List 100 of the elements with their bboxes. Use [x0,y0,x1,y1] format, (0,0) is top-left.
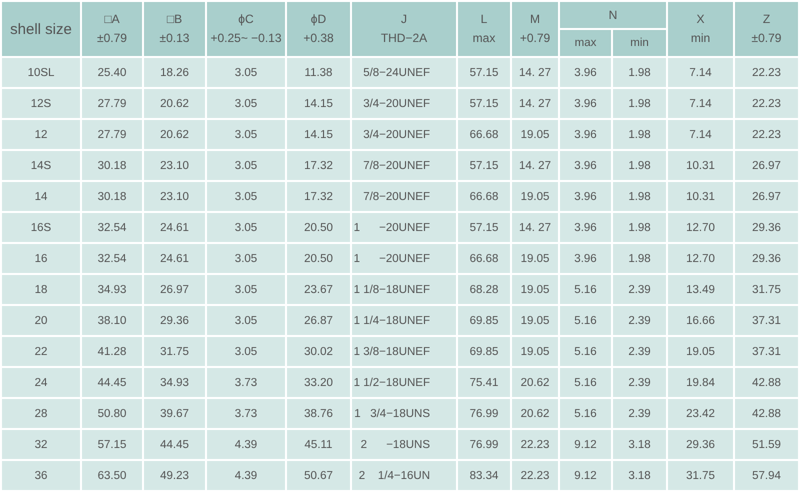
table-cell: 14.15 [286,119,351,150]
table-cell: 31.75 [667,460,734,491]
table-cell: 20.50 [286,212,351,243]
table-cell: 1.98 [612,243,668,274]
table-cell: 41.28 [81,336,143,367]
table-cell: 32.54 [81,212,143,243]
table-cell: 66.68 [457,119,511,150]
table-cell: 20.50 [286,243,351,274]
table-cell: 30.18 [81,181,143,212]
table-cell: 3.05 [206,181,286,212]
table-cell: 24 [1,367,81,398]
table-cell: 12S [1,88,81,119]
table-cell: 3.05 [206,57,286,88]
column-header: Z ±0.79 [734,1,800,57]
table-cell: 5.16 [559,336,612,367]
table-cell: 20 [1,305,81,336]
table-cell: 37.31 [734,305,800,336]
table-cell: 1.98 [612,57,668,88]
table-cell: 3.05 [206,274,286,305]
table-cell: 1.98 [612,181,668,212]
table-cell: 3.96 [559,150,612,181]
table-cell: 23.67 [286,274,351,305]
table-cell: 3.05 [206,119,286,150]
table-cell: 69.85 [457,305,511,336]
table-cell: 75.41 [457,367,511,398]
table-cell: 83.34 [457,460,511,491]
table-cell: 5.16 [559,274,612,305]
table-cell: 3.73 [206,398,286,429]
table-cell: 3.05 [206,150,286,181]
table-cell: 1 1/8−18UNEF [351,274,457,305]
column-header: J THD−2A [351,1,457,57]
table-cell: 19.05 [511,305,559,336]
table-cell: 45.11 [286,429,351,460]
column-header: N [559,1,668,29]
column-header: X min [667,1,734,57]
table-cell: 29.36 [734,243,800,274]
table-cell: 57.15 [457,57,511,88]
table-cell: 57.15 [457,88,511,119]
table-cell: 57.15 [81,429,143,460]
table-cell: 23.42 [667,398,734,429]
table-cell: 14. 27 [511,150,559,181]
table-cell: 19.05 [667,336,734,367]
table-cell: 1 −20UNEF [351,212,457,243]
table-cell: 3.96 [559,181,612,212]
table-cell: 1.98 [612,119,668,150]
table-cell: 2 1/4−16UN [351,460,457,491]
table-cell: 22.23 [511,429,559,460]
table-cell: 17.32 [286,181,351,212]
table-cell: 5.16 [559,305,612,336]
table-cell: 1 −20UNEF [351,243,457,274]
table-cell: 11.38 [286,57,351,88]
table-cell: 26.87 [286,305,351,336]
table-cell: 29.36 [667,429,734,460]
table-cell: 33.20 [286,367,351,398]
table-cell: 9.12 [559,460,612,491]
table-cell: 31.75 [143,336,206,367]
table-cell: 2.39 [612,367,668,398]
table-cell: 10SL [1,57,81,88]
table-cell: 16.66 [667,305,734,336]
table-cell: 49.23 [143,460,206,491]
table-cell: 20.62 [511,367,559,398]
table-cell: 27.79 [81,88,143,119]
table-cell: 1 3/8−18UNEF [351,336,457,367]
table-cell: 10.31 [667,181,734,212]
table-cell: 3.96 [559,57,612,88]
table-cell: 42.88 [734,398,800,429]
table-cell: 2 −18UNS [351,429,457,460]
table-cell: 32.54 [81,243,143,274]
table-cell: 19.05 [511,274,559,305]
table-cell: 22 [1,336,81,367]
table-cell: 3.18 [612,460,668,491]
table-cell: 44.45 [81,367,143,398]
table-cell: 3.05 [206,336,286,367]
table-cell: 18.26 [143,57,206,88]
table-cell: 24.61 [143,212,206,243]
table-cell: 5/8−24UNEF [351,57,457,88]
table-cell: 16S [1,212,81,243]
table-cell: 14 [1,181,81,212]
table-cell: 1 1/2−18UNEF [351,367,457,398]
table-cell: 25.40 [81,57,143,88]
table-cell: 14.15 [286,88,351,119]
table-cell: 3.96 [559,212,612,243]
table-cell: 69.85 [457,336,511,367]
table-cell: 63.50 [81,460,143,491]
table-cell: 34.93 [81,274,143,305]
table-cell: 19.05 [511,243,559,274]
table-cell: 37.31 [734,336,800,367]
table-cell: 4.39 [206,429,286,460]
table-cell: 17.32 [286,150,351,181]
table-cell: 7.14 [667,119,734,150]
table-cell: 2.39 [612,398,668,429]
table-cell: 50.80 [81,398,143,429]
table-cell: 7.14 [667,57,734,88]
table-cell: 57.94 [734,460,800,491]
table-cell: 7.14 [667,88,734,119]
table-cell: 19.84 [667,367,734,398]
table-cell: 12 [1,119,81,150]
table-cell: 4.39 [206,460,286,491]
table-cell: 51.59 [734,429,800,460]
table-cell: 5.16 [559,367,612,398]
